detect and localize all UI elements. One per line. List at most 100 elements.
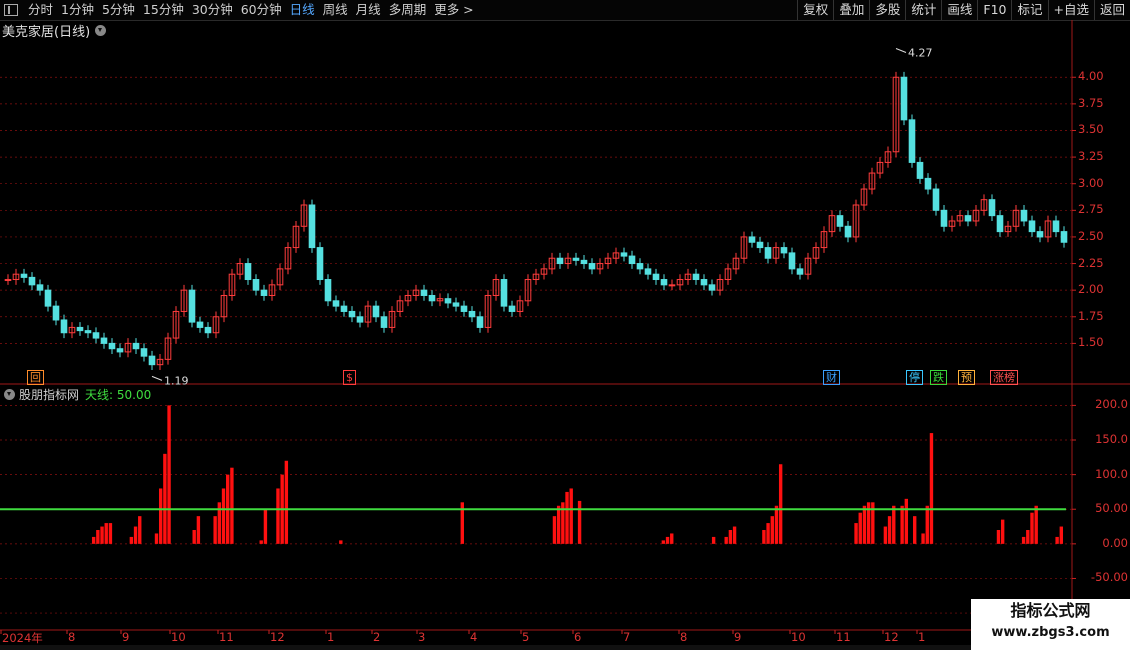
date-tick-label: 9 (122, 630, 130, 644)
indicator-bar (670, 533, 674, 544)
candle-body (500, 279, 508, 307)
event-tag[interactable]: $ (343, 370, 356, 385)
indicator-bar (100, 526, 104, 544)
candle-body (524, 279, 532, 302)
indicator-bar (766, 523, 770, 544)
indicator-bar (665, 536, 670, 544)
indicator-bar (661, 540, 666, 544)
candle-body (268, 284, 276, 296)
toolbar-button-4[interactable]: 画线 (941, 0, 977, 20)
candle-body (604, 257, 612, 265)
kline-chart[interactable]: 4.27 1.19 (0, 0, 1130, 650)
date-tick-label: 5 (522, 630, 530, 644)
event-tag[interactable]: 跌 (930, 370, 947, 385)
candle-body (1036, 231, 1044, 238)
candle-body (172, 310, 180, 339)
toolbar-button-5[interactable]: F10 (977, 0, 1011, 20)
period-tab-5[interactable]: 60分钟 (237, 0, 286, 20)
price-tick-label: 1.50 (1078, 335, 1104, 350)
date-tick-label: 10 (171, 630, 186, 644)
candle-body (476, 316, 484, 328)
candle-body (868, 172, 876, 190)
candle-body (796, 268, 804, 275)
period-tabs: 分时 1分钟 5分钟 15分钟 30分钟 60分钟 日线 周线 月线 多周期 更多 > (0, 0, 478, 20)
event-tag[interactable]: 回 (27, 370, 44, 385)
event-tag[interactable]: 涨榜 (990, 370, 1018, 385)
period-tab-6[interactable]: 日线 (286, 0, 319, 20)
indicator-bar (1030, 512, 1034, 544)
indicator-bar (129, 536, 134, 544)
date-tick-label: 11 (219, 630, 234, 644)
toolbar-button-8[interactable]: 返回 (1093, 0, 1130, 20)
indicator-bar (1034, 505, 1038, 544)
indicator-bar (565, 491, 569, 544)
toolbar-button-2[interactable]: 多股 (869, 0, 905, 20)
event-tag[interactable]: 预 (958, 370, 975, 385)
candle-body (836, 215, 844, 227)
event-tag[interactable]: 停 (906, 370, 923, 385)
indicator-bar (276, 488, 280, 544)
candle-body (1060, 231, 1068, 243)
candle-body (988, 199, 996, 217)
indicator-bar (577, 500, 582, 544)
date-tick-label: 11 (836, 630, 851, 644)
indicator-bar (883, 526, 888, 544)
candle-body (748, 236, 756, 243)
candle-body (212, 316, 220, 334)
toolbar-button-6[interactable]: 标记 (1011, 0, 1047, 20)
toolbar-button-0[interactable]: 复权 (797, 0, 833, 20)
candle-body (732, 257, 740, 270)
indicator-bar (887, 516, 892, 544)
candle-body (460, 305, 468, 312)
horizontal-scrollbar[interactable] (0, 645, 1130, 650)
indicator-tick-label: -50.00 (1090, 570, 1128, 585)
indicator-bar (778, 464, 783, 544)
candle-body (940, 209, 948, 227)
event-tag[interactable]: 财 (823, 370, 840, 385)
candle-body (316, 247, 324, 281)
panel-toggle-icon[interactable] (4, 4, 18, 16)
candle-body (676, 279, 684, 286)
period-tab-10[interactable]: 更多 > (430, 0, 477, 20)
candle-body (1020, 209, 1028, 222)
period-tab-2[interactable]: 5分钟 (98, 0, 139, 20)
tianxian-label: 天线: 50.00 (85, 387, 152, 402)
candle-body (636, 263, 644, 270)
candle-body (244, 263, 252, 281)
price-tick-label: 3.75 (1078, 95, 1104, 110)
indicator-bar (263, 509, 268, 544)
toolbar-button-7[interactable]: +自选 (1047, 0, 1094, 20)
candle-body (580, 259, 588, 265)
candle-body (508, 305, 516, 312)
watermark-title: 指标公式网 (1010, 601, 1091, 620)
period-tab-9[interactable]: 多周期 (385, 0, 431, 20)
indicator-bar (108, 523, 113, 544)
indicator-bar (728, 530, 733, 544)
indicator-bar (854, 523, 858, 544)
indicator-bar (866, 502, 871, 544)
period-tab-1[interactable]: 1分钟 (57, 0, 98, 20)
period-tab-0[interactable]: 分时 (24, 0, 57, 20)
period-tab-3[interactable]: 15分钟 (139, 0, 188, 20)
toolbar-button-1[interactable]: 叠加 (833, 0, 869, 20)
indicator-bar (284, 460, 289, 544)
period-tab-4[interactable]: 30分钟 (188, 0, 237, 20)
indicator-bar (732, 526, 737, 544)
chevron-down-icon[interactable] (4, 388, 15, 400)
period-tab-8[interactable]: 月线 (352, 0, 385, 20)
indicator-bar (871, 502, 875, 544)
candle-body (1052, 220, 1060, 233)
candle-body (76, 326, 84, 332)
candle-body (196, 321, 204, 328)
indicator-bar (259, 540, 263, 544)
candle-body (780, 247, 788, 254)
period-tab-7[interactable]: 周线 (319, 0, 352, 20)
candle-body (412, 289, 420, 296)
candle-body (924, 177, 932, 190)
candle-body (1004, 225, 1012, 233)
candle-body (692, 273, 700, 281)
date-tick-label: 12 (270, 630, 285, 644)
chevron-down-icon[interactable] (95, 24, 107, 36)
toolbar-button-3[interactable]: 统计 (905, 0, 941, 20)
watermark-url: www.zbgs3.com (991, 625, 1110, 640)
